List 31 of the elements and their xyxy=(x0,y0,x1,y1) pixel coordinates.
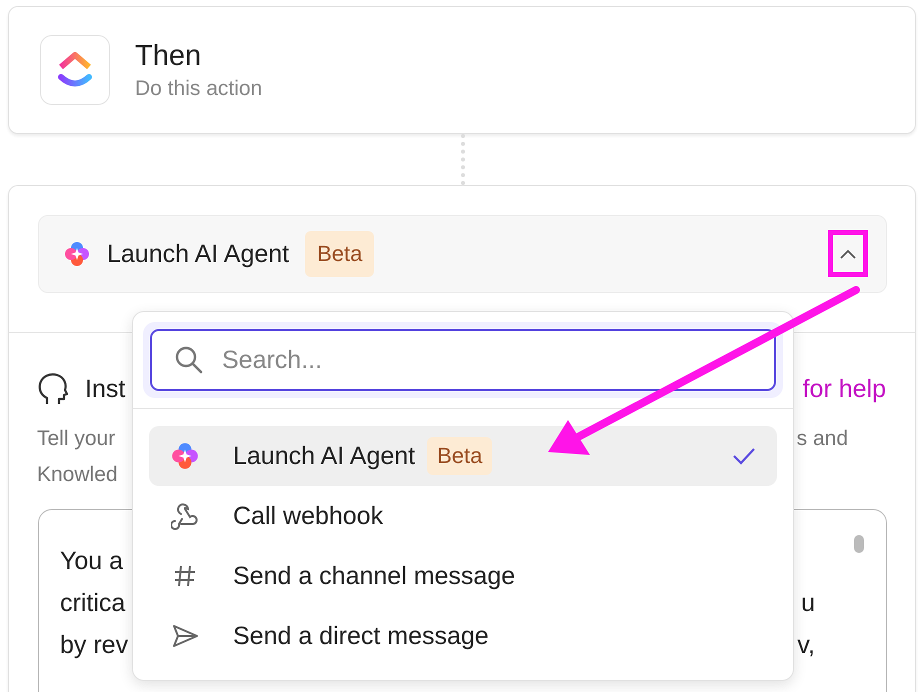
action-select[interactable]: Launch AI Agent Beta xyxy=(38,215,887,293)
section-heading: Inst xyxy=(85,374,126,404)
menu-item[interactable]: Send a channel message xyxy=(149,546,777,606)
card-title: Then xyxy=(135,40,202,72)
beta-badge: Beta xyxy=(427,437,492,475)
menu-item[interactable]: Call webhook xyxy=(149,486,777,546)
webhook-icon xyxy=(171,502,199,530)
description-text: Knowled xyxy=(37,462,118,488)
prompt-text: by rev xyxy=(60,630,128,661)
prompt-text: critica xyxy=(60,588,126,619)
action-label: Launch AI Agent xyxy=(107,240,290,268)
prompt-text: You a xyxy=(60,546,124,577)
menu-item[interactable]: Launch AI Agent Beta xyxy=(149,426,777,486)
chevron-icon[interactable] xyxy=(839,248,857,260)
menu-item[interactable]: Send a direct message xyxy=(149,606,777,666)
head-icon xyxy=(37,372,69,406)
description-text: s and xyxy=(796,426,848,452)
check-icon xyxy=(731,446,757,466)
search-field[interactable]: Search... xyxy=(150,329,776,391)
hashtag-icon xyxy=(172,563,198,589)
beta-badge: Beta xyxy=(305,231,374,277)
sparkle-flower-icon xyxy=(170,441,200,471)
help-link[interactable]: for help xyxy=(802,374,886,404)
prompt-text: u xyxy=(801,588,815,619)
send-icon xyxy=(171,623,199,649)
scrollbar-thumb[interactable] xyxy=(854,535,864,553)
sparkle-flower-icon xyxy=(63,240,91,268)
prompt-text: v, xyxy=(797,630,815,661)
card-subtitle: Do this action xyxy=(135,76,262,100)
logo-icon xyxy=(40,35,110,105)
description-text: Tell your xyxy=(37,426,116,452)
